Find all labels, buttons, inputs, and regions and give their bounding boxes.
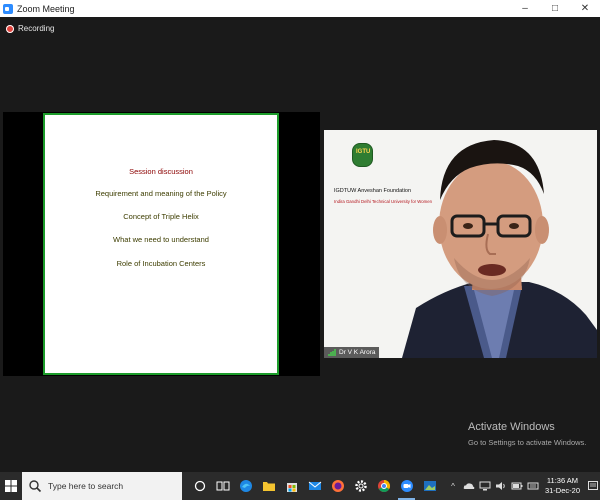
recording-icon: [6, 24, 14, 33]
photos-icon: [423, 481, 436, 491]
notification-center-button[interactable]: [586, 472, 600, 500]
slide-point: Concept of Triple Helix: [123, 212, 199, 221]
org-subtitle: Indira Gandhi Delhi Technical University…: [334, 199, 432, 204]
battery-icon[interactable]: [511, 480, 523, 492]
mail-icon: [308, 481, 321, 490]
zoom-app-icon: [3, 3, 13, 14]
cortana-button[interactable]: [188, 472, 211, 500]
window-controls: – □ ✕: [510, 0, 600, 17]
taskbar-search[interactable]: Type here to search: [22, 472, 182, 500]
taskbar-settings[interactable]: [349, 472, 372, 500]
activate-windows-subtitle: Go to Settings to activate Windows.: [468, 438, 587, 447]
slide-heading: Session discussion: [129, 167, 193, 176]
edge-icon: [239, 480, 252, 492]
notification-icon: [588, 481, 598, 490]
taskbar-zoom[interactable]: [395, 472, 418, 500]
search-icon: [29, 480, 42, 493]
clock-date: 31-Dec-20: [544, 486, 580, 495]
title-bar: Zoom Meeting – □ ✕: [0, 0, 600, 17]
taskbar-chrome[interactable]: [372, 472, 395, 500]
shared-screen: Session discussion Requirement and meani…: [3, 112, 320, 376]
task-view-button[interactable]: [211, 472, 234, 500]
taskbar-edge[interactable]: [234, 472, 257, 500]
recording-label: Recording: [18, 24, 55, 33]
show-hidden-icons-button[interactable]: ^: [447, 480, 459, 492]
taskbar-firefox[interactable]: [326, 472, 349, 500]
system-tray: ^ 11:36 AM 31-Dec-20: [445, 472, 600, 500]
org-logo-text: IGTU: [356, 149, 371, 155]
taskbar-store[interactable]: [280, 472, 303, 500]
slide-point: What we need to understand: [113, 235, 209, 244]
participant-name: Dr V K Arora: [339, 349, 376, 356]
close-button[interactable]: ✕: [570, 0, 600, 17]
taskbar: Type here to search ^ 11:36 AM 31-Dec-20: [0, 472, 600, 500]
task-view-icon: [216, 481, 229, 491]
signal-strength-icon: [328, 349, 336, 356]
clock[interactable]: 11:36 AM 31-Dec-20: [545, 476, 580, 496]
chrome-icon: [377, 480, 390, 493]
onedrive-icon[interactable]: [463, 480, 475, 492]
participant-video[interactable]: IGTU IGDTUW Anveshan Foundation Indira G…: [324, 130, 597, 358]
taskbar-apps: [188, 472, 441, 500]
participant-name-tag: Dr V K Arora: [324, 347, 380, 358]
zoom-icon: [400, 480, 413, 492]
taskbar-file-explorer[interactable]: [257, 472, 280, 500]
maximize-button[interactable]: □: [540, 0, 570, 17]
network-icon[interactable]: [479, 480, 491, 492]
language-icon[interactable]: [527, 480, 539, 492]
slide-point: Role of Incubation Centers: [116, 259, 206, 268]
search-placeholder: Type here to search: [48, 481, 124, 491]
activate-windows-title: Activate Windows: [468, 421, 555, 433]
firefox-icon: [331, 480, 344, 492]
org-logo: IGTU: [352, 143, 373, 167]
start-button[interactable]: [0, 472, 22, 500]
speaker-icon[interactable]: [495, 480, 507, 492]
recording-indicator[interactable]: Recording: [6, 24, 54, 33]
cortana-icon: [194, 480, 205, 492]
taskbar-photos[interactable]: [418, 472, 441, 500]
gear-icon: [354, 480, 367, 492]
clock-time: 11:36 AM: [546, 476, 579, 485]
presentation-slide: Session discussion Requirement and meani…: [43, 113, 279, 375]
minimize-button[interactable]: –: [510, 0, 540, 17]
store-icon: [286, 483, 297, 492]
folder-icon: [262, 482, 275, 491]
org-name: IGDTUW Anveshan Foundation: [334, 188, 412, 194]
windows-logo-icon: [5, 480, 17, 492]
taskbar-mail[interactable]: [303, 472, 326, 500]
window-title: Zoom Meeting: [17, 3, 75, 14]
slide-point: Requirement and meaning of the Policy: [95, 189, 227, 198]
